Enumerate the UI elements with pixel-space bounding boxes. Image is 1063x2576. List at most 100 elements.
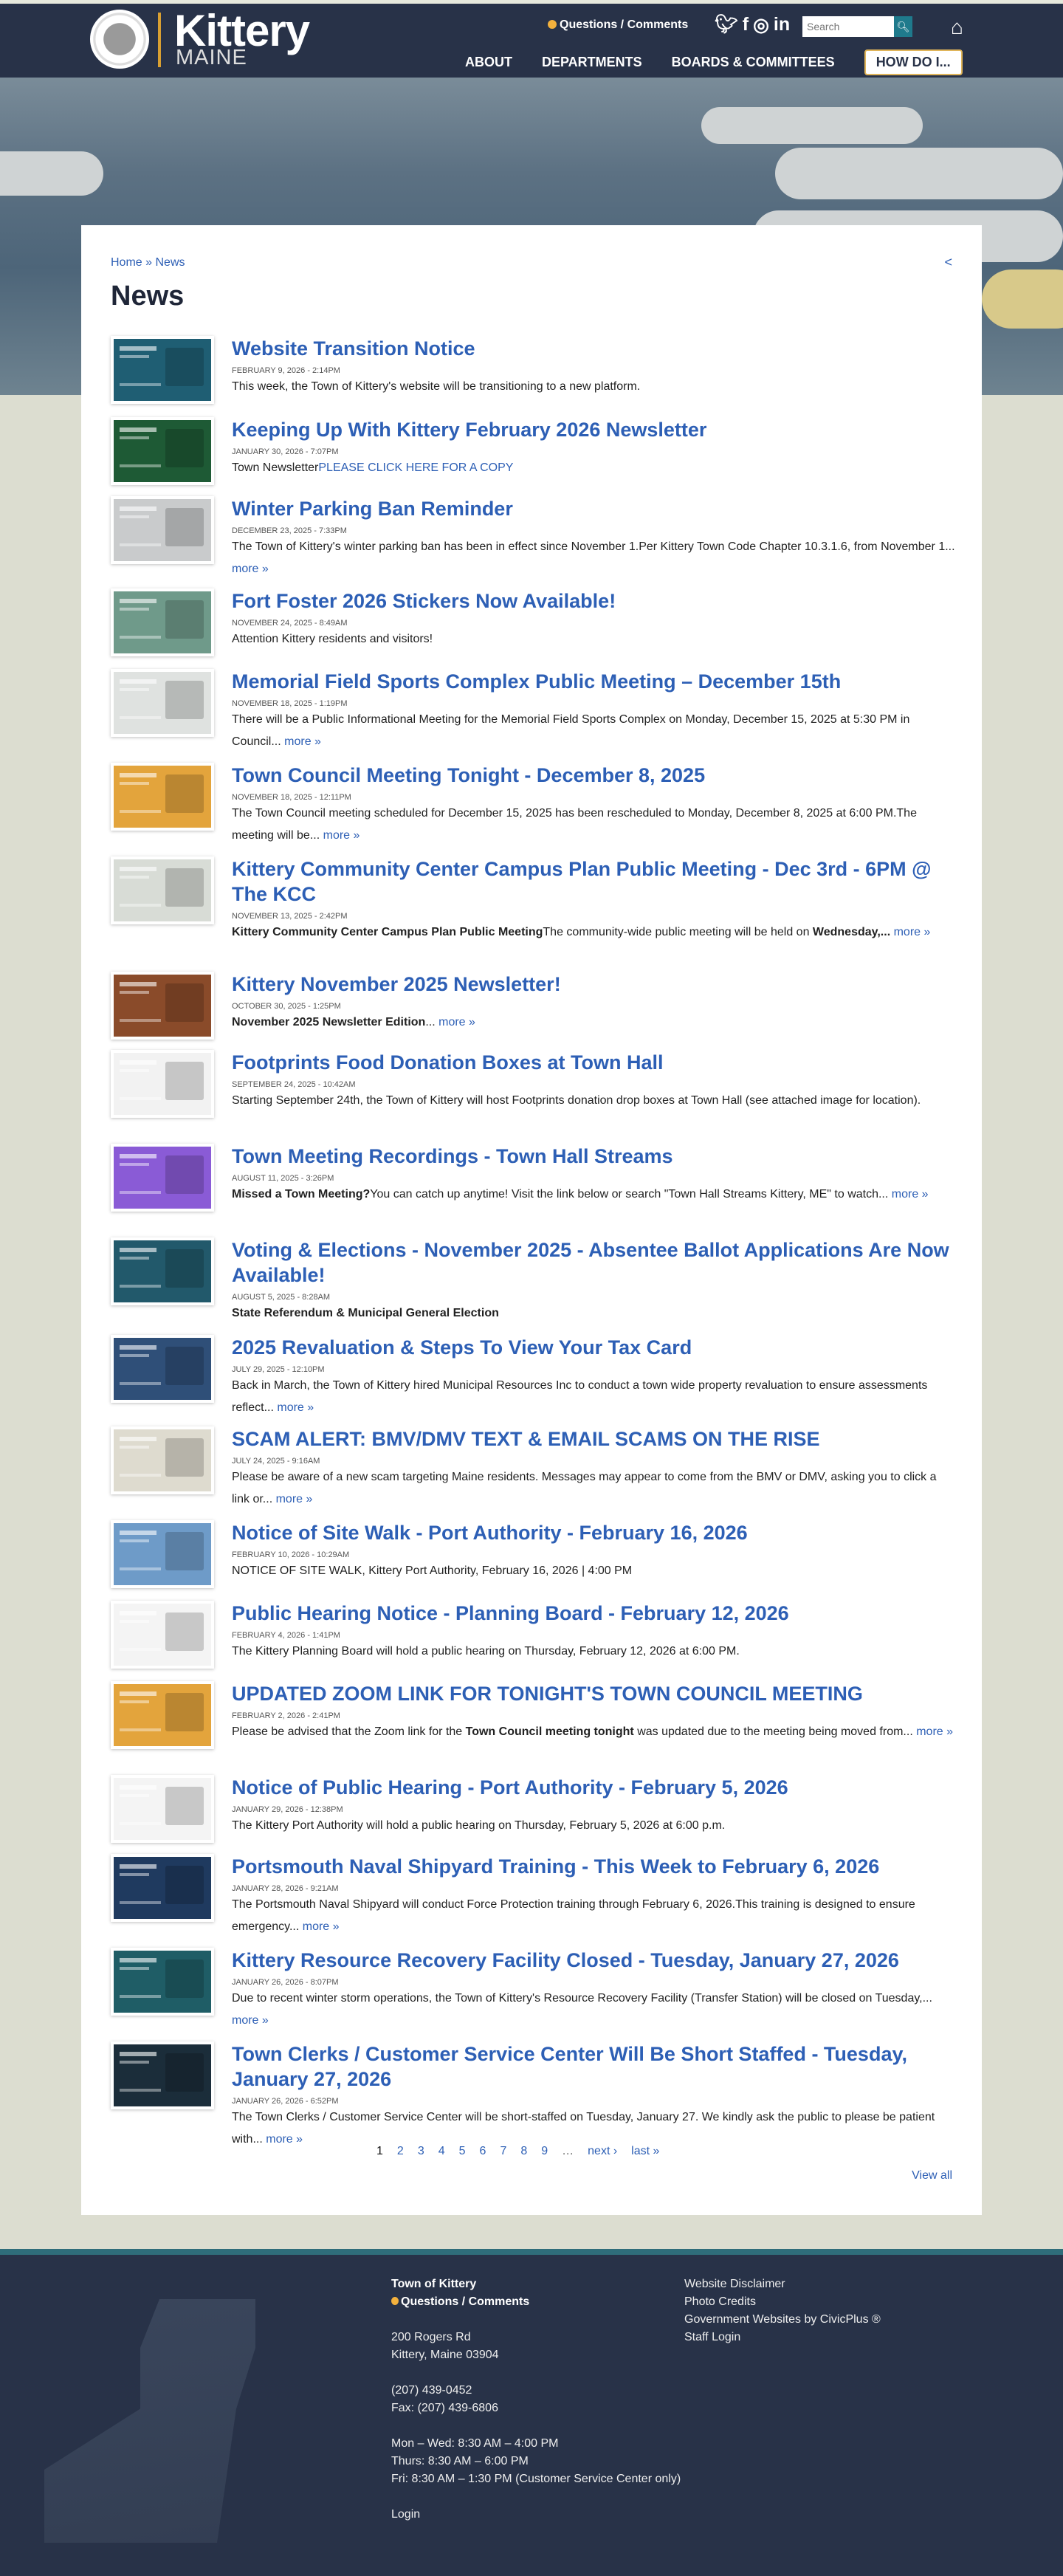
news-thumbnail[interactable]	[111, 1237, 214, 1305]
search-icon: 🔍︎	[896, 21, 910, 32]
news-thumbnail[interactable]	[111, 2041, 214, 2109]
footer-questions-link[interactable]: Questions / Comments	[391, 2293, 687, 2311]
news-title-link[interactable]: Notice of Public Hearing - Port Authorit…	[232, 1775, 955, 1800]
footer-login-link[interactable]: Login	[391, 2506, 687, 2524]
news-title-link[interactable]: UPDATED ZOOM LINK FOR TONIGHT'S TOWN COU…	[232, 1681, 955, 1706]
news-thumbnail[interactable]	[111, 1775, 214, 1843]
news-thumbnail[interactable]	[111, 1144, 214, 1212]
website-disclaimer-link[interactable]: Website Disclaimer	[684, 2276, 881, 2293]
page-link-3[interactable]: 3	[418, 2145, 424, 2158]
news-thumbnail[interactable]	[111, 1854, 214, 1922]
search-input[interactable]	[802, 16, 894, 37]
news-text: Footprints Food Donation Boxes at Town H…	[232, 1050, 955, 1112]
page-link-5[interactable]: 5	[459, 2145, 466, 2158]
news-date: November 24, 2025 - 8:49AM	[232, 619, 348, 628]
news-thumbnail[interactable]	[111, 1948, 214, 2016]
breadcrumb-news[interactable]: News	[156, 256, 185, 269]
page-link-2[interactable]: 2	[397, 2145, 404, 2158]
more-link[interactable]: more »	[438, 1016, 475, 1028]
news-thumbnail[interactable]	[111, 1335, 214, 1403]
staff-login-link[interactable]: Staff Login	[684, 2329, 881, 2346]
news-date: January 28, 2026 - 9:21AM	[232, 1884, 339, 1893]
more-link[interactable]: more »	[916, 1725, 953, 1738]
news-summary: Please be aware of a new scam targeting …	[232, 1466, 955, 1511]
more-link[interactable]: more »	[266, 2133, 303, 2146]
summary-link[interactable]: PLEASE CLICK HERE FOR A COPY	[318, 461, 513, 474]
news-thumbnail[interactable]	[111, 669, 214, 737]
more-link[interactable]: more »	[284, 735, 321, 748]
news-title-link[interactable]: Kittery Community Center Campus Plan Pub…	[232, 856, 955, 907]
more-link[interactable]: more »	[277, 1401, 314, 1414]
view-all-link[interactable]: View all	[912, 2169, 952, 2182]
news-thumbnail[interactable]	[111, 856, 214, 924]
page-link-7[interactable]: 7	[500, 2145, 506, 2158]
summary-text: Back in March, the Town of Kittery hired…	[232, 1379, 928, 1414]
news-title-link[interactable]: Town Clerks / Customer Service Center Wi…	[232, 2041, 955, 2092]
news-title-link[interactable]: Keeping Up With Kittery February 2026 Ne…	[232, 417, 955, 442]
news-title-link[interactable]: Town Council Meeting Tonight - December …	[232, 763, 955, 788]
share-icon[interactable]: <	[944, 255, 952, 270]
photo-credits-link[interactable]: Photo Credits	[684, 2293, 881, 2311]
more-link[interactable]: more »	[892, 1188, 929, 1201]
more-link[interactable]: more »	[303, 1920, 340, 1933]
more-link[interactable]: more »	[276, 1493, 313, 1505]
nav-departments[interactable]: DEPARTMENTS	[542, 55, 642, 70]
more-link[interactable]: more »	[323, 829, 360, 842]
news-thumbnail[interactable]	[111, 1681, 214, 1749]
page-link-8[interactable]: 8	[520, 2145, 527, 2158]
more-link[interactable]: more »	[894, 926, 931, 938]
page-link-9[interactable]: 9	[541, 2145, 548, 2158]
civicplus-link[interactable]: Government Websites by CivicPlus ®	[684, 2311, 881, 2329]
lighthouse-background	[44, 2299, 255, 2543]
news-title-link[interactable]: SCAM ALERT: BMV/DMV TEXT & EMAIL SCAMS O…	[232, 1426, 955, 1452]
page-link-1[interactable]: 1	[376, 2145, 383, 2158]
more-link[interactable]: more »	[232, 563, 269, 575]
news-title-link[interactable]: Town Meeting Recordings - Town Hall Stre…	[232, 1144, 955, 1169]
town-seal-logo[interactable]	[90, 10, 149, 69]
news-thumbnail[interactable]	[111, 588, 214, 656]
news-summary: The Town Council meeting scheduled for D…	[232, 803, 955, 847]
news-summary: The Portsmouth Naval Shipyard will condu…	[232, 1894, 955, 1938]
news-title-link[interactable]: Kittery Resource Recovery Facility Close…	[232, 1948, 955, 1973]
news-title-link[interactable]: Winter Parking Ban Reminder	[232, 496, 955, 521]
page-link-4[interactable]: 4	[438, 2145, 445, 2158]
instagram-icon[interactable]: ◎	[753, 14, 769, 36]
news-thumbnail[interactable]	[111, 336, 214, 404]
page-link-6[interactable]: 6	[480, 2145, 486, 2158]
news-title-link[interactable]: Footprints Food Donation Boxes at Town H…	[232, 1050, 955, 1075]
news-title-link[interactable]: Public Hearing Notice - Planning Board -…	[232, 1601, 955, 1626]
news-thumbnail[interactable]	[111, 1601, 214, 1669]
summary-bold-text: Kittery Community Center Campus Plan Pub…	[232, 926, 543, 938]
next-page-link[interactable]: next ›	[588, 2145, 617, 2158]
nav-boards-committees[interactable]: BOARDS & COMMITTEES	[672, 55, 835, 70]
how-do-i-button[interactable]: HOW DO I...	[864, 49, 963, 75]
home-icon[interactable]: ⌂	[951, 16, 963, 39]
news-title-link[interactable]: Notice of Site Walk - Port Authority - F…	[232, 1520, 955, 1545]
news-thumbnail[interactable]	[111, 763, 214, 831]
breadcrumb-home[interactable]: Home	[111, 256, 142, 269]
twitter-icon[interactable]: 🐦︎	[715, 14, 738, 36]
news-thumbnail[interactable]	[111, 1050, 214, 1118]
news-title-link[interactable]: Memorial Field Sports Complex Public Mee…	[232, 669, 955, 694]
questions-comments-link[interactable]: Questions / Comments	[548, 18, 688, 32]
summary-bold-text: Missed a Town Meeting?	[232, 1188, 371, 1201]
news-title-link[interactable]: Kittery November 2025 Newsletter!	[232, 972, 955, 997]
facebook-icon[interactable]: f	[743, 14, 749, 36]
more-link[interactable]: more »	[232, 2014, 269, 2027]
nav-about[interactable]: ABOUT	[465, 55, 512, 70]
linkedin-icon[interactable]: in	[774, 14, 790, 36]
news-thumbnail[interactable]	[111, 1426, 214, 1494]
search-button[interactable]: 🔍︎	[894, 16, 912, 37]
last-page-link[interactable]: last »	[631, 2145, 659, 2158]
news-title-link[interactable]: 2025 Revaluation & Steps To View Your Ta…	[232, 1335, 955, 1360]
news-title-link[interactable]: Portsmouth Naval Shipyard Training - Thi…	[232, 1854, 955, 1879]
news-thumbnail[interactable]	[111, 972, 214, 1040]
news-thumbnail[interactable]	[111, 417, 214, 485]
news-title-link[interactable]: Website Transition Notice	[232, 336, 955, 361]
news-thumbnail[interactable]	[111, 1520, 214, 1588]
news-date: July 24, 2025 - 9:16AM	[232, 1457, 320, 1466]
news-thumbnail[interactable]	[111, 496, 214, 564]
news-title-link[interactable]: Fort Foster 2026 Stickers Now Available!	[232, 588, 955, 614]
news-date: September 24, 2025 - 10:42AM	[232, 1080, 356, 1089]
news-title-link[interactable]: Voting & Elections - November 2025 - Abs…	[232, 1237, 955, 1288]
